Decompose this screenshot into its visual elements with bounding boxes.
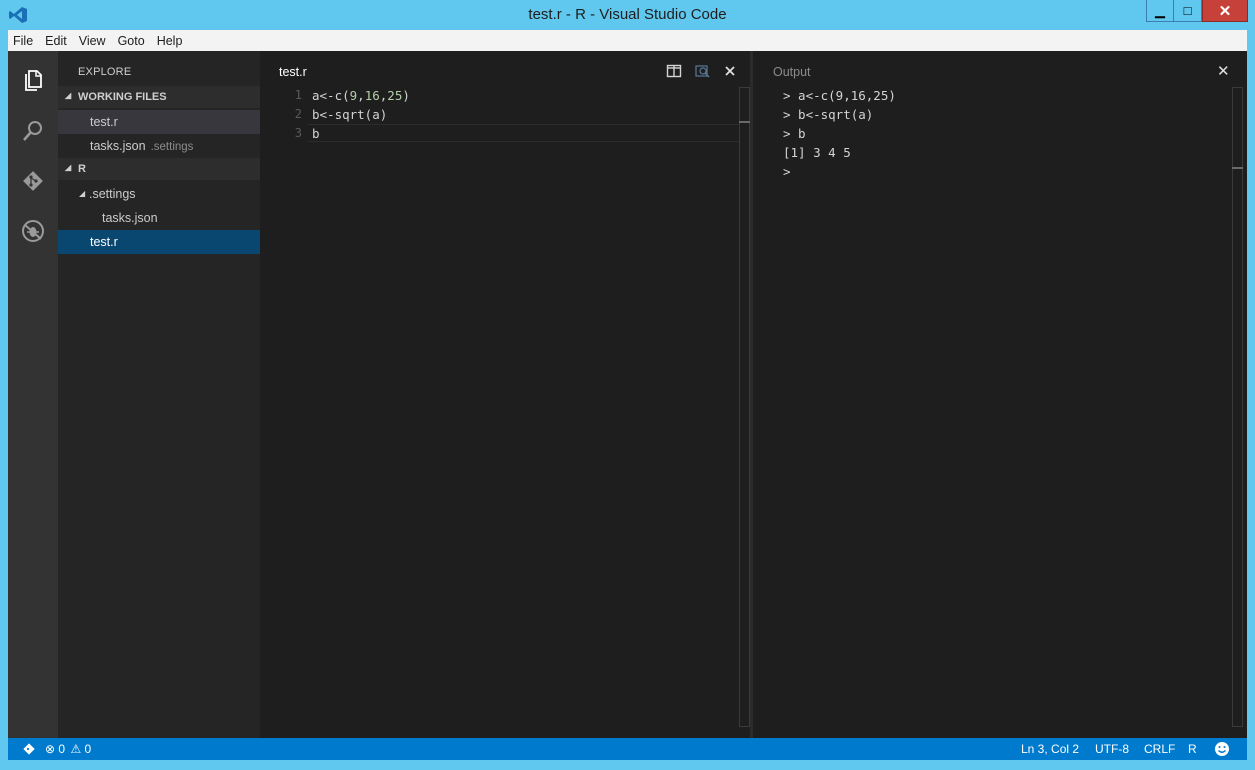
maximize-icon: □ (1183, 3, 1192, 18)
close-icon: ✕ (1218, 2, 1232, 20)
close-icon: ✕ (1217, 63, 1230, 80)
code-line-1[interactable]: a<-c(9,16,25) (312, 88, 410, 103)
git-branch-icon[interactable] (22, 742, 36, 756)
error-icon: ⊗ (45, 742, 56, 756)
error-count: 0 (58, 742, 66, 756)
collapse-caret-icon: ◢ (79, 189, 86, 198)
cursor-position[interactable]: Ln 3, Col 2 (1021, 742, 1079, 756)
close-output-button[interactable]: ✕ (1217, 62, 1230, 80)
output-line: > b (783, 126, 806, 141)
working-file-tasks-json[interactable]: tasks.json .settings (58, 134, 260, 158)
language-mode[interactable]: R (1188, 742, 1197, 756)
minimize-button[interactable]: ▁ (1146, 0, 1174, 22)
window-bottom-border (0, 760, 1255, 770)
current-line-highlight (308, 124, 740, 142)
menu-edit[interactable]: Edit (39, 34, 73, 48)
collapse-caret-icon: ◢ (65, 163, 72, 172)
explorer-header: EXPLORE (78, 66, 132, 78)
folder-section-r[interactable]: ◢ R (58, 158, 260, 180)
activity-bar (8, 51, 58, 738)
window-left-border (0, 30, 8, 770)
editor-tab-title[interactable]: test.r (279, 65, 307, 79)
output-prompt[interactable]: > (783, 164, 791, 179)
search-icon[interactable] (21, 119, 45, 143)
line-ending[interactable]: CRLF (1144, 742, 1175, 756)
output-line: [1] 3 4 5 (783, 145, 851, 160)
window-right-border (1247, 30, 1255, 770)
warning-icon: ⚠ (70, 742, 82, 756)
output-scrollbar[interactable] (1232, 87, 1243, 727)
line-number: 2 (294, 107, 302, 121)
open-preview-icon[interactable] (694, 63, 710, 79)
status-bar: ⊗ 0 ⚠ 0 Ln 3, Col 2 UTF-8 CRLF R (8, 738, 1247, 760)
title-bar: test.r - R - Visual Studio Code ▁ □ ✕ (0, 0, 1255, 30)
working-file-test-r[interactable]: test.r (58, 110, 260, 134)
close-editor-icon[interactable] (722, 63, 738, 79)
working-files-section[interactable]: ◢ WORKING FILES (58, 86, 260, 108)
collapse-caret-icon: ◢ (65, 91, 72, 100)
explorer-sidebar: EXPLORE ◢ WORKING FILES test.r tasks.jso… (58, 51, 260, 738)
split-editor-icon[interactable] (666, 63, 682, 79)
maximize-button[interactable]: □ (1174, 0, 1202, 22)
output-title: Output (773, 65, 811, 79)
menu-file[interactable]: File (8, 34, 39, 48)
tree-file-tasks-json[interactable]: tasks.json (58, 206, 260, 230)
menu-view[interactable]: View (73, 34, 112, 48)
warning-count: 0 (84, 742, 92, 756)
problems-indicator[interactable]: ⊗ 0 ⚠ 0 (45, 742, 91, 756)
code-line-2[interactable]: b<-sqrt(a) (312, 107, 387, 122)
tree-file-test-r[interactable]: test.r (58, 230, 260, 254)
output-panel: Output ✕ > a<-c(9,16,25) > b<-sqrt(a) > … (753, 51, 1247, 738)
file-encoding[interactable]: UTF-8 (1095, 742, 1129, 756)
code-line-3[interactable]: b (312, 126, 320, 141)
output-line: > b<-sqrt(a) (783, 107, 874, 122)
feedback-smiley-icon[interactable] (1214, 741, 1230, 757)
editor-scrollbar-marker (739, 121, 750, 123)
line-number: 1 (294, 88, 302, 102)
git-icon[interactable] (21, 169, 45, 193)
window-title: test.r - R - Visual Studio Code (528, 6, 727, 23)
file-folder-hint: .settings (150, 141, 194, 153)
menu-bar: File Edit View Goto Help (8, 30, 1247, 51)
editor-scrollbar[interactable] (739, 87, 750, 727)
minimize-icon: ▁ (1155, 2, 1165, 18)
close-window-button[interactable]: ✕ (1202, 0, 1248, 22)
menu-help[interactable]: Help (151, 34, 189, 48)
tree-folder-settings[interactable]: ◢ .settings (58, 182, 260, 206)
output-line: > a<-c(9,16,25) (783, 88, 896, 103)
debug-icon[interactable] (21, 219, 45, 243)
editor-pane: test.r 1 a<-c(9,16,25) 2 b<-sqrt(a) 3 b (260, 51, 750, 738)
files-icon[interactable] (21, 68, 45, 92)
output-scrollbar-marker (1232, 167, 1243, 169)
menu-goto[interactable]: Goto (112, 34, 151, 48)
line-number: 3 (294, 126, 302, 140)
